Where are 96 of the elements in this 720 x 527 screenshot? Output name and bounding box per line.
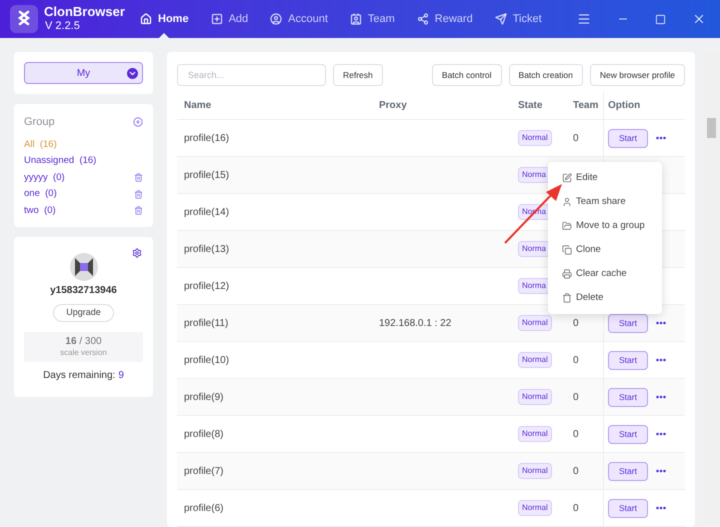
profile-name: profile(12)	[184, 280, 230, 294]
folder-icon	[562, 221, 572, 231]
plan-name: scale version	[60, 347, 107, 358]
printer-icon	[562, 269, 572, 279]
team-count: 0	[573, 354, 579, 366]
start-button[interactable]: Start	[608, 462, 648, 480]
menu-item[interactable]: Clear cache	[548, 262, 662, 286]
menu-item[interactable]: Clone	[548, 238, 662, 262]
profile-name: profile(9)	[184, 390, 224, 404]
team-count: 0	[573, 392, 579, 402]
column-header: Proxy	[379, 99, 408, 113]
column-header: Name	[184, 99, 212, 113]
team-count: 0	[573, 466, 579, 476]
start-button[interactable]: Start	[608, 128, 648, 148]
start-button[interactable]: Start	[608, 350, 648, 370]
start-button[interactable]: Start	[608, 314, 648, 332]
user-icon	[562, 197, 572, 207]
plus-square-icon	[210, 13, 223, 25]
column-header: Option	[603, 92, 678, 119]
nav-tab[interactable]: Ticket	[488, 0, 548, 38]
start-button[interactable]: Start	[608, 498, 648, 518]
state-tag: Normal	[518, 315, 552, 331]
nav-tab[interactable]: Home	[134, 0, 195, 38]
usage-count: 16 / 300	[65, 336, 102, 347]
share-icon	[416, 13, 429, 25]
profile-name: profile(13)	[184, 242, 230, 256]
column-header: State	[518, 99, 544, 113]
profile-name: profile(11)	[184, 316, 230, 330]
state-tag: Normal	[518, 500, 552, 516]
trash-icon[interactable]	[134, 173, 143, 182]
profile-name: profile(14)	[184, 206, 230, 220]
avatar	[70, 253, 98, 281]
proxy-address: 192.168.0.1 : 22	[379, 318, 452, 328]
id-card-icon	[350, 13, 362, 25]
state-tag: Normal	[518, 352, 552, 368]
group-item[interactable]: yyyyy (0)	[24, 170, 65, 185]
profile-name: profile(7)	[184, 464, 224, 478]
menu-item[interactable]: Move to a group	[548, 214, 662, 238]
trash-icon	[562, 293, 572, 303]
close-icon[interactable]	[692, 12, 706, 26]
state-tag: Normal	[518, 389, 552, 405]
profile-name: profile(15)	[184, 168, 230, 182]
maximize-icon[interactable]	[655, 14, 666, 24]
state-tag: Norma	[518, 241, 550, 257]
nav-tab[interactable]: Reward	[410, 0, 479, 38]
search-field[interactable]: Search...	[177, 64, 326, 86]
start-button[interactable]: Start	[608, 388, 648, 406]
toolbar-button[interactable]: Refresh	[333, 64, 383, 86]
menu-item[interactable]: Delete	[548, 286, 662, 310]
column-header: Team	[573, 99, 600, 113]
team-count: 0	[573, 132, 579, 144]
days-label: Days remaining:	[43, 369, 116, 383]
trash-icon[interactable]	[134, 206, 143, 216]
menu-icon[interactable]	[577, 12, 591, 26]
app-logo	[10, 5, 38, 33]
upgrade-button[interactable]: Upgrade	[53, 304, 114, 322]
copy-icon	[562, 245, 572, 255]
team-count: 0	[573, 428, 579, 440]
home-icon	[140, 13, 152, 25]
group-selector[interactable]: My	[24, 62, 143, 84]
toolbar-button[interactable]: Batch control	[432, 64, 502, 86]
state-tag: Norma	[518, 167, 550, 183]
team-count: 0	[573, 318, 579, 328]
trash-icon[interactable]	[134, 190, 143, 199]
menu-item[interactable]: Team share	[548, 190, 662, 214]
team-count: 0	[573, 502, 579, 514]
user-circle-icon	[270, 13, 282, 25]
paper-plane-icon	[494, 13, 507, 25]
profile-name: profile(6)	[184, 502, 224, 516]
toolbar-button[interactable]: Batch creation	[508, 64, 583, 86]
profile-name: profile(10)	[184, 354, 230, 368]
edit-icon	[562, 173, 572, 183]
group-item[interactable]: one (0)	[24, 187, 57, 202]
nav-tab[interactable]: Team	[344, 0, 401, 38]
state-tag: Norma	[518, 278, 550, 294]
state-tag: Normal	[518, 130, 552, 146]
nav-tab[interactable]: Add	[204, 0, 254, 38]
menu-item[interactable]: Edite	[548, 166, 662, 190]
app-version: V 2.2.5	[45, 19, 81, 33]
group-title: Group	[24, 115, 55, 130]
profile-name: profile(16)	[184, 132, 230, 146]
add-group-icon[interactable]	[133, 117, 143, 128]
group-item[interactable]: Unassigned (16)	[24, 154, 96, 168]
days-value: 9	[118, 369, 124, 383]
username: y15832713946	[50, 284, 117, 298]
nav-tab[interactable]: Account	[264, 0, 334, 38]
profile-name: profile(8)	[184, 428, 224, 442]
group-item[interactable]: two (0)	[24, 204, 56, 218]
active-tab-pointer	[159, 33, 170, 38]
state-tag: Normal	[518, 463, 552, 479]
chevron-icon	[127, 68, 138, 78]
state-tag: Normal	[518, 426, 552, 442]
settings-icon[interactable]	[132, 248, 142, 258]
toolbar-button[interactable]: New browser profile	[590, 64, 685, 86]
app-name: ClonBrowser	[44, 5, 126, 19]
start-button[interactable]: Start	[608, 424, 648, 444]
